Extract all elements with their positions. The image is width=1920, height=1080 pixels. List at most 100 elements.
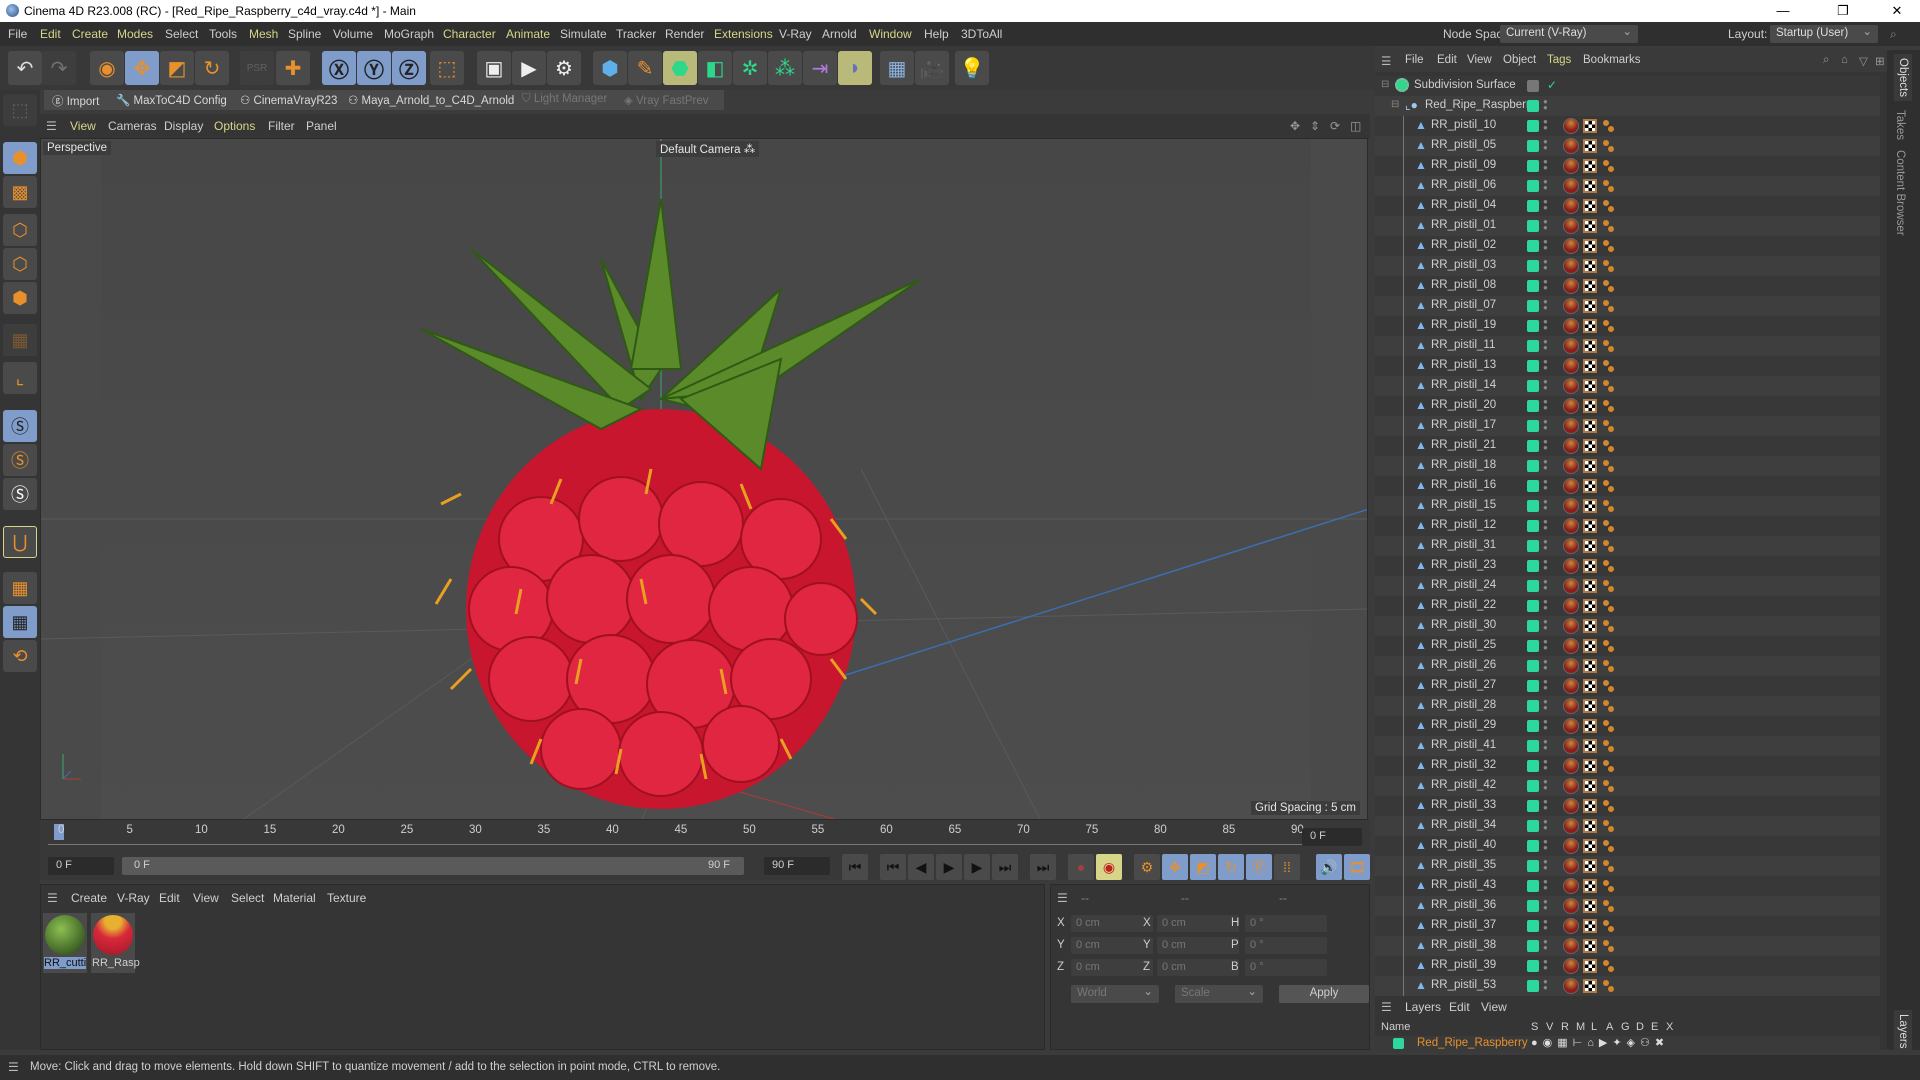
editor-toggle[interactable] <box>1527 80 1539 92</box>
layer-column-header[interactable]: S <box>1531 1021 1538 1033</box>
render-picture-viewer-icon[interactable]: ▶ <box>512 51 546 85</box>
layer-color-swatch[interactable] <box>1527 520 1539 532</box>
y-axis-icon[interactable]: Ⓨ <box>357 51 391 85</box>
menu-edit[interactable]: Edit <box>40 27 61 41</box>
visibility-dots[interactable]: ● ● <box>1543 338 1548 353</box>
point-tag-icon[interactable] <box>1603 958 1617 974</box>
point-tag-icon[interactable] <box>1603 178 1617 194</box>
point-tag-icon[interactable] <box>1603 718 1617 734</box>
viewport-rotate-icon[interactable]: ⟳ <box>1330 119 1340 133</box>
uvw-tag-icon[interactable] <box>1583 639 1597 653</box>
layer-color-swatch[interactable] <box>1527 220 1539 232</box>
point-tag-icon[interactable] <box>1603 618 1617 634</box>
go-to-end-button[interactable]: ⏭ <box>1030 854 1056 880</box>
uvw-tag-icon[interactable] <box>1583 719 1597 733</box>
uvw-tag-icon[interactable] <box>1583 179 1597 193</box>
visibility-dots[interactable]: ● ● <box>1543 978 1548 993</box>
material-tag-icon[interactable] <box>1563 858 1579 874</box>
visibility-dots[interactable]: ● ● <box>1543 218 1548 233</box>
layer-menu-edit[interactable]: Edit <box>1449 1000 1470 1014</box>
point-tag-icon[interactable] <box>1603 478 1617 494</box>
menu-spline[interactable]: Spline <box>288 27 321 41</box>
visibility-dots[interactable]: ● ● <box>1543 858 1548 873</box>
tree-row-object[interactable]: ▲ RR_pistil_06 ● ● <box>1375 176 1880 196</box>
point-tag-icon[interactable] <box>1603 878 1617 894</box>
material-tag-icon[interactable] <box>1563 418 1579 434</box>
uvw-tag-icon[interactable] <box>1583 939 1597 953</box>
tree-row-object[interactable]: ▲ RR_pistil_13 ● ● <box>1375 356 1880 376</box>
tree-row-object[interactable]: ▲ RR_pistil_02 ● ● <box>1375 236 1880 256</box>
uvw-tag-icon[interactable] <box>1583 619 1597 633</box>
floor-icon[interactable]: ▦ <box>880 51 914 85</box>
search-icon[interactable]: ⌕ <box>1823 54 1829 67</box>
key-rotation-icon[interactable]: ↻ <box>1218 854 1244 880</box>
layer-color-swatch[interactable] <box>1527 880 1539 892</box>
tree-row-object[interactable]: ▲ RR_pistil_33 ● ● <box>1375 796 1880 816</box>
layer-color-swatch[interactable] <box>1527 580 1539 592</box>
material-tag-icon[interactable] <box>1563 918 1579 934</box>
tree-row-object[interactable]: ▲ RR_pistil_30 ● ● <box>1375 616 1880 636</box>
plugin-maxtoc4d-config[interactable]: 🔧 MaxToC4D Config <box>116 93 227 107</box>
point-tag-icon[interactable] <box>1603 298 1617 314</box>
point-tag-icon[interactable] <box>1603 858 1617 874</box>
tree-row-object[interactable]: ▲ RR_pistil_29 ● ● <box>1375 716 1880 736</box>
layer-column-header[interactable]: Name <box>1381 1021 1410 1033</box>
material-tag-icon[interactable] <box>1563 898 1579 914</box>
layer-color-swatch[interactable] <box>1527 460 1539 472</box>
layer-color-swatch[interactable] <box>1527 200 1539 212</box>
visibility-dots[interactable]: ● ● <box>1543 98 1548 113</box>
material-tag-icon[interactable] <box>1563 558 1579 574</box>
layer-column-header[interactable]: V <box>1546 1021 1553 1033</box>
uvw-tag-icon[interactable] <box>1583 559 1597 573</box>
minimize-button[interactable]: — <box>1760 0 1806 22</box>
material-tag-icon[interactable] <box>1563 298 1579 314</box>
layer-color-swatch[interactable] <box>1393 1038 1404 1049</box>
visibility-dots[interactable]: ● ● <box>1543 698 1548 713</box>
material-tag-icon[interactable] <box>1563 138 1579 154</box>
redo-icon[interactable]: ↷ <box>42 51 76 85</box>
plugin-cinemavray[interactable]: ⚇ CinemaVrayR23 <box>240 93 337 107</box>
layer-color-swatch[interactable] <box>1527 180 1539 192</box>
autokey-icon[interactable]: ◉ <box>1096 854 1122 880</box>
plugin-vray-fastprev[interactable]: ◈ Vray FastPrev <box>624 93 708 107</box>
restore-button[interactable]: ❐ <box>1820 0 1866 22</box>
layer-color-swatch[interactable] <box>1527 360 1539 372</box>
array-icon[interactable]: ⁂ <box>768 51 802 85</box>
object-menu-icon[interactable]: ☰ <box>1381 54 1391 68</box>
viewport-menu-filter[interactable]: Filter <box>268 119 295 133</box>
point-tag-icon[interactable] <box>1603 758 1617 774</box>
layer-color-swatch[interactable] <box>1527 640 1539 652</box>
layer-menu-view[interactable]: View <box>1481 1000 1507 1014</box>
next-key-button[interactable]: ⏭ <box>992 854 1018 880</box>
tree-row-object[interactable]: ▲ RR_pistil_16 ● ● <box>1375 476 1880 496</box>
snap-icon[interactable]: Ⓢ <box>3 410 37 442</box>
tree-row-red-ripe-raspberry[interactable]: ⊟ ⌞● Red_Ripe_Raspberry ● ● <box>1375 96 1880 116</box>
tree-row-object[interactable]: ▲ RR_pistil_20 ● ● <box>1375 396 1880 416</box>
visibility-dots[interactable]: ● ● <box>1543 678 1548 693</box>
tree-row-object[interactable]: ▲ RR_pistil_36 ● ● <box>1375 896 1880 916</box>
coord-value-field[interactable]: 0 cm <box>1071 915 1153 932</box>
coord-value-field[interactable]: 0 ° <box>1245 915 1327 932</box>
object-menu-tags[interactable]: Tags <box>1547 54 1571 66</box>
uvw-tag-icon[interactable] <box>1583 579 1597 593</box>
uvw-tag-icon[interactable] <box>1583 839 1597 853</box>
point-tag-icon[interactable] <box>1603 598 1617 614</box>
tree-row-object[interactable]: ▲ RR_pistil_12 ● ● <box>1375 516 1880 536</box>
tree-row-object[interactable]: ▲ RR_pistil_19 ● ● <box>1375 316 1880 336</box>
point-tag-icon[interactable] <box>1603 118 1617 134</box>
point-tag-icon[interactable] <box>1603 558 1617 574</box>
point-tag-icon[interactable] <box>1603 518 1617 534</box>
camera-label[interactable]: Default Camera ⁂ <box>656 141 760 157</box>
rotate-tool-icon[interactable]: ↻ <box>195 51 229 85</box>
layer-column-header[interactable]: R <box>1561 1021 1569 1033</box>
material-tag-icon[interactable] <box>1563 798 1579 814</box>
tree-row-object[interactable]: ▲ RR_pistil_25 ● ● <box>1375 636 1880 656</box>
material-tag-icon[interactable] <box>1563 438 1579 454</box>
record-icon[interactable]: ● <box>1068 854 1094 880</box>
material-swatch-rr-raspberry[interactable]: RR_Rasp <box>91 913 140 973</box>
visibility-dots[interactable]: ● ● <box>1543 298 1548 313</box>
uvw-tag-icon[interactable] <box>1583 319 1597 333</box>
visibility-dots[interactable]: ● ● <box>1543 638 1548 653</box>
point-tag-icon[interactable] <box>1603 218 1617 234</box>
layer-color-swatch[interactable] <box>1527 680 1539 692</box>
